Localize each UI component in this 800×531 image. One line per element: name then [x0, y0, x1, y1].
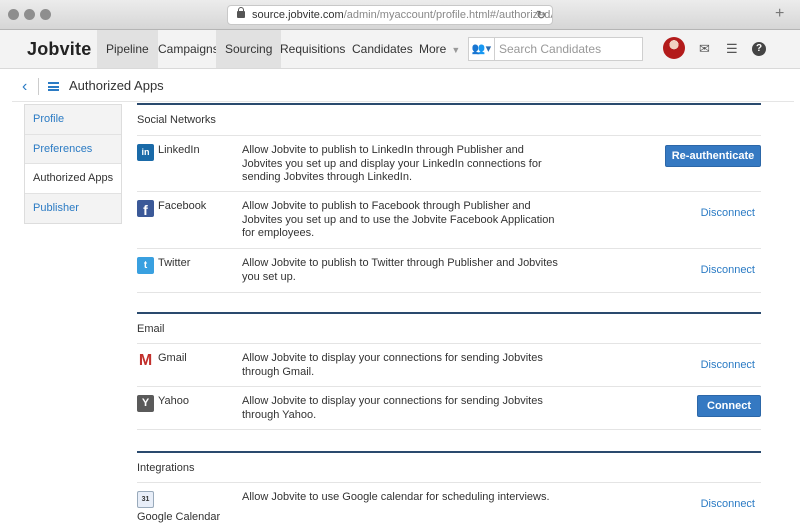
back-chevron-icon[interactable]: ‹ [22, 77, 27, 97]
app-description: Allow Jobvite to publish to LinkedIn thr… [242, 144, 542, 183]
list-item: M Gmail Allow Jobvite to display your con… [137, 343, 761, 386]
candidate-search: 👥▾ [468, 37, 643, 61]
app-description: Allow Jobvite to display your connection… [242, 395, 543, 421]
app-description: Allow Jobvite to display your connection… [242, 352, 543, 378]
nav-requisitions[interactable]: Requisitions [271, 30, 354, 68]
app-name: M Gmail [137, 352, 187, 369]
sidebar-item-publisher[interactable]: Publisher [25, 193, 121, 223]
disconnect-link[interactable]: Disconnect [701, 359, 755, 371]
app-label: Google Calendar [137, 511, 221, 523]
app-name: f Facebook [137, 200, 207, 218]
nav-more-label: More [419, 42, 447, 56]
section-rule [137, 103, 761, 105]
section-rule [137, 451, 761, 453]
list-item: Y Yahoo Allow Jobvite to display your con… [137, 386, 761, 430]
disconnect-link[interactable]: Disconnect [701, 207, 755, 219]
minimize-window-button[interactable] [24, 9, 35, 20]
chevron-down-icon: ▼ [451, 45, 461, 55]
integrations-section: Integrations 31 Google Calendar Allow Jo… [137, 451, 761, 531]
search-input[interactable] [499, 40, 639, 58]
list-icon[interactable]: ☰ [726, 41, 738, 57]
app-label: LinkedIn [158, 144, 200, 156]
app-description: Allow Jobvite to publish to Twitter thro… [242, 257, 558, 283]
jobvite-logo[interactable]: Jobvite [27, 39, 91, 60]
section-title: Integrations [137, 462, 195, 474]
google-calendar-icon: 31 [137, 491, 154, 508]
section-title: Email [137, 323, 165, 335]
re-authenticate-button[interactable]: Re-authenticate [665, 145, 761, 167]
app-label: Twitter [158, 257, 191, 269]
nav-more[interactable]: More ▼ [410, 30, 469, 68]
yahoo-icon: Y [137, 395, 154, 412]
url-host: source.jobvite.com [252, 9, 344, 21]
avatar[interactable] [663, 37, 685, 59]
facebook-icon: f [137, 200, 154, 218]
list-item: 31 Google Calendar Allow Jobvite to use … [137, 482, 761, 531]
list-item: in LinkedIn Allow Jobvite to publish to L… [137, 135, 761, 191]
app-label: Facebook [158, 200, 207, 212]
app-description: Allow Jobvite to use Google calendar for… [242, 491, 550, 503]
app-name: t Twitter [137, 257, 190, 274]
sidebar-item-preferences[interactable]: Preferences [25, 134, 121, 164]
help-icon[interactable]: ? [752, 42, 766, 56]
app-description: Allow Jobvite to publish to Facebook thr… [242, 200, 555, 239]
section-rule [137, 312, 761, 314]
app-name: Y Yahoo [137, 395, 189, 412]
email-section: Email M Gmail Allow Jobvite to display yo… [137, 312, 761, 432]
disconnect-link[interactable]: Disconnect [701, 264, 755, 276]
mail-icon[interactable]: ✉ [699, 41, 710, 57]
browser-toolbar: source.jobvite.com/admin/myaccount/profi… [0, 0, 800, 30]
header-divider-line [12, 101, 794, 102]
sidebar-item-authorized-apps[interactable]: Authorized Apps [25, 164, 121, 194]
disconnect-link[interactable]: Disconnect [701, 498, 755, 510]
twitter-icon: t [137, 257, 154, 274]
linkedin-icon: in [137, 144, 154, 161]
sidebar-item-profile[interactable]: Profile [25, 105, 121, 135]
list-item: f Facebook Allow Jobvite to publish to Fa… [137, 191, 761, 248]
app-name: 31 Google Calendar [137, 491, 227, 524]
settings-sidebar: Profile Preferences Authorized Apps Publ… [24, 104, 122, 224]
close-window-button[interactable] [8, 9, 19, 20]
gmail-icon: M [137, 352, 154, 369]
new-tab-button[interactable]: + [775, 6, 784, 22]
app-label: Yahoo [158, 395, 189, 407]
app-name: in LinkedIn [137, 144, 200, 161]
url-path: /admin/myaccount/profile.html#/authorize… [343, 9, 553, 21]
social-networks-section: Social Networks in LinkedIn Allow Jobvite… [137, 103, 761, 293]
section-title: Social Networks [137, 114, 216, 126]
connect-button[interactable]: Connect [697, 395, 761, 417]
zoom-window-button[interactable] [40, 9, 51, 20]
list-item: t Twitter Allow Jobvite to publish to Twi… [137, 248, 761, 293]
lock-icon [237, 7, 245, 18]
app-label: Gmail [158, 352, 187, 364]
reload-icon[interactable]: ↻ [536, 6, 546, 24]
address-bar[interactable]: source.jobvite.com/admin/myaccount/profi… [227, 5, 553, 25]
people-filter-icon[interactable]: 👥▾ [469, 38, 495, 60]
page-title: Authorized Apps [69, 78, 164, 93]
header-divider [38, 78, 39, 95]
top-navigation: Jobvite Pipeline Campaigns Sourcing Requ… [0, 30, 800, 69]
menu-icon[interactable] [48, 82, 59, 91]
